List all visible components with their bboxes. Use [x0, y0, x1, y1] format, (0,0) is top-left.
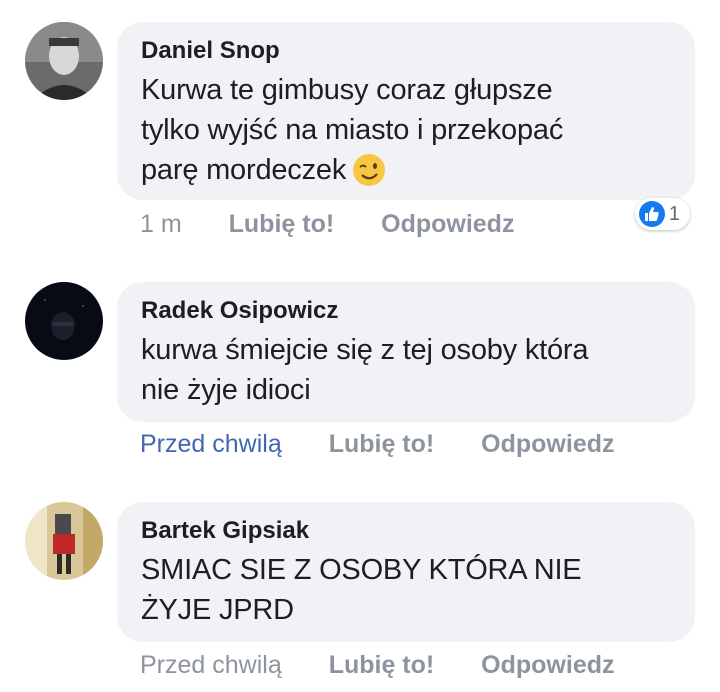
comment-meta: Przed chwilą Lubię to! Odpowiedz — [140, 426, 655, 462]
like-button[interactable]: Lubię to! — [329, 426, 435, 462]
comment-bubble: Daniel Snop Kurwa te gimbusy coraz głups… — [117, 22, 695, 200]
comment-text: kurwa śmiejcie się z tej osoby która nie… — [141, 330, 671, 410]
comment-text-line: Kurwa te gimbusy coraz głupsze — [141, 74, 553, 106]
comment-text: SMIAC SIE Z OSOBY KTÓRA NIE ŻYJE JPRD — [141, 550, 671, 630]
comment-meta: Przed chwilą Lubię to! Odpowiedz — [140, 647, 655, 683]
comment-timestamp[interactable]: 1 m — [140, 206, 182, 242]
avatar-photo-icon — [25, 282, 103, 360]
like-icon — [638, 201, 665, 227]
wink-emoji-icon — [352, 153, 386, 198]
avatar[interactable] — [25, 22, 103, 100]
comment-author[interactable]: Bartek Gipsiak — [141, 516, 671, 546]
reaction-count-badge[interactable]: 1 — [634, 198, 690, 230]
avatar[interactable] — [25, 282, 103, 360]
comment-text-line: nie żyje idioci — [141, 374, 311, 406]
comment-text: Kurwa te gimbusy coraz głupsze tylko wyj… — [141, 70, 671, 198]
comment-text-line: ŻYJE JPRD — [141, 594, 294, 626]
comment-author[interactable]: Radek Osipowicz — [141, 296, 671, 326]
reply-button[interactable]: Odpowiedz — [481, 647, 614, 683]
comment-timestamp[interactable]: Przed chwilą — [140, 647, 282, 683]
comment-bubble: Radek Osipowicz kurwa śmiejcie się z tej… — [117, 282, 695, 422]
avatar-photo-icon — [25, 22, 103, 100]
comment-text-line: tylko wyjść na miasto i przekopać — [141, 114, 564, 146]
comment-bubble: Bartek Gipsiak SMIAC SIE Z OSOBY KTÓRA N… — [117, 502, 695, 642]
comment-meta: 1 m Lubię to! Odpowiedz — [140, 206, 554, 242]
like-button[interactable]: Lubię to! — [329, 647, 435, 683]
comment-text-line: SMIAC SIE Z OSOBY KTÓRA NIE — [141, 554, 582, 586]
comment-text-segment: parę mordeczek — [141, 154, 347, 186]
comment-author[interactable]: Daniel Snop — [141, 36, 671, 66]
comment-text-line: parę mordeczek — [141, 150, 671, 198]
comment-text-line: kurwa śmiejcie się z tej osoby która — [141, 334, 589, 366]
like-button[interactable]: Lubię to! — [229, 206, 335, 242]
avatar-photo-icon — [25, 502, 103, 580]
comment-timestamp[interactable]: Przed chwilą — [140, 426, 282, 462]
reaction-count: 1 — [668, 202, 680, 225]
reply-button[interactable]: Odpowiedz — [481, 426, 614, 462]
avatar[interactable] — [25, 502, 103, 580]
reply-button[interactable]: Odpowiedz — [381, 206, 514, 242]
